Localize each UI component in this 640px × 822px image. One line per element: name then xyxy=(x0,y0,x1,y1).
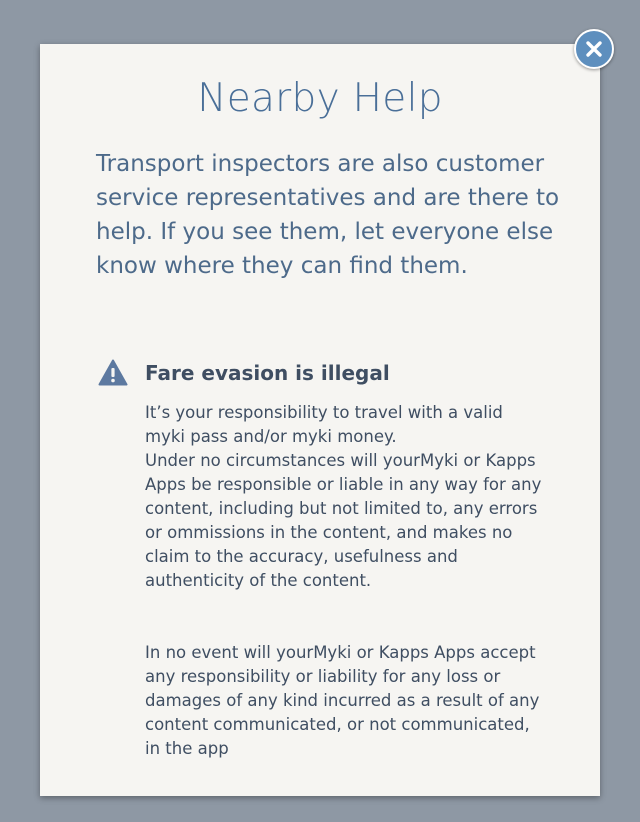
close-icon xyxy=(586,41,602,57)
intro-text: Transport inspectors are also customer s… xyxy=(96,151,560,279)
nearby-help-dialog: Nearby Help Transport inspectors are als… xyxy=(40,44,600,796)
responsibility-text: It’s your responsibility to travel with … xyxy=(145,403,503,446)
warning-heading: Fare evasion is illegal xyxy=(145,361,390,385)
close-button[interactable] xyxy=(574,29,614,69)
disclaimer-paragraph-2: In no event will yourMyki or Kapps Apps … xyxy=(145,643,540,758)
warning-triangle-icon xyxy=(98,359,128,386)
dialog-title: Nearby Help xyxy=(197,76,443,121)
liability-text: Under no circumstances will yourMyki or … xyxy=(145,451,542,590)
disclaimer-paragraph-1: It’s your responsibility to travel with … xyxy=(145,401,545,593)
